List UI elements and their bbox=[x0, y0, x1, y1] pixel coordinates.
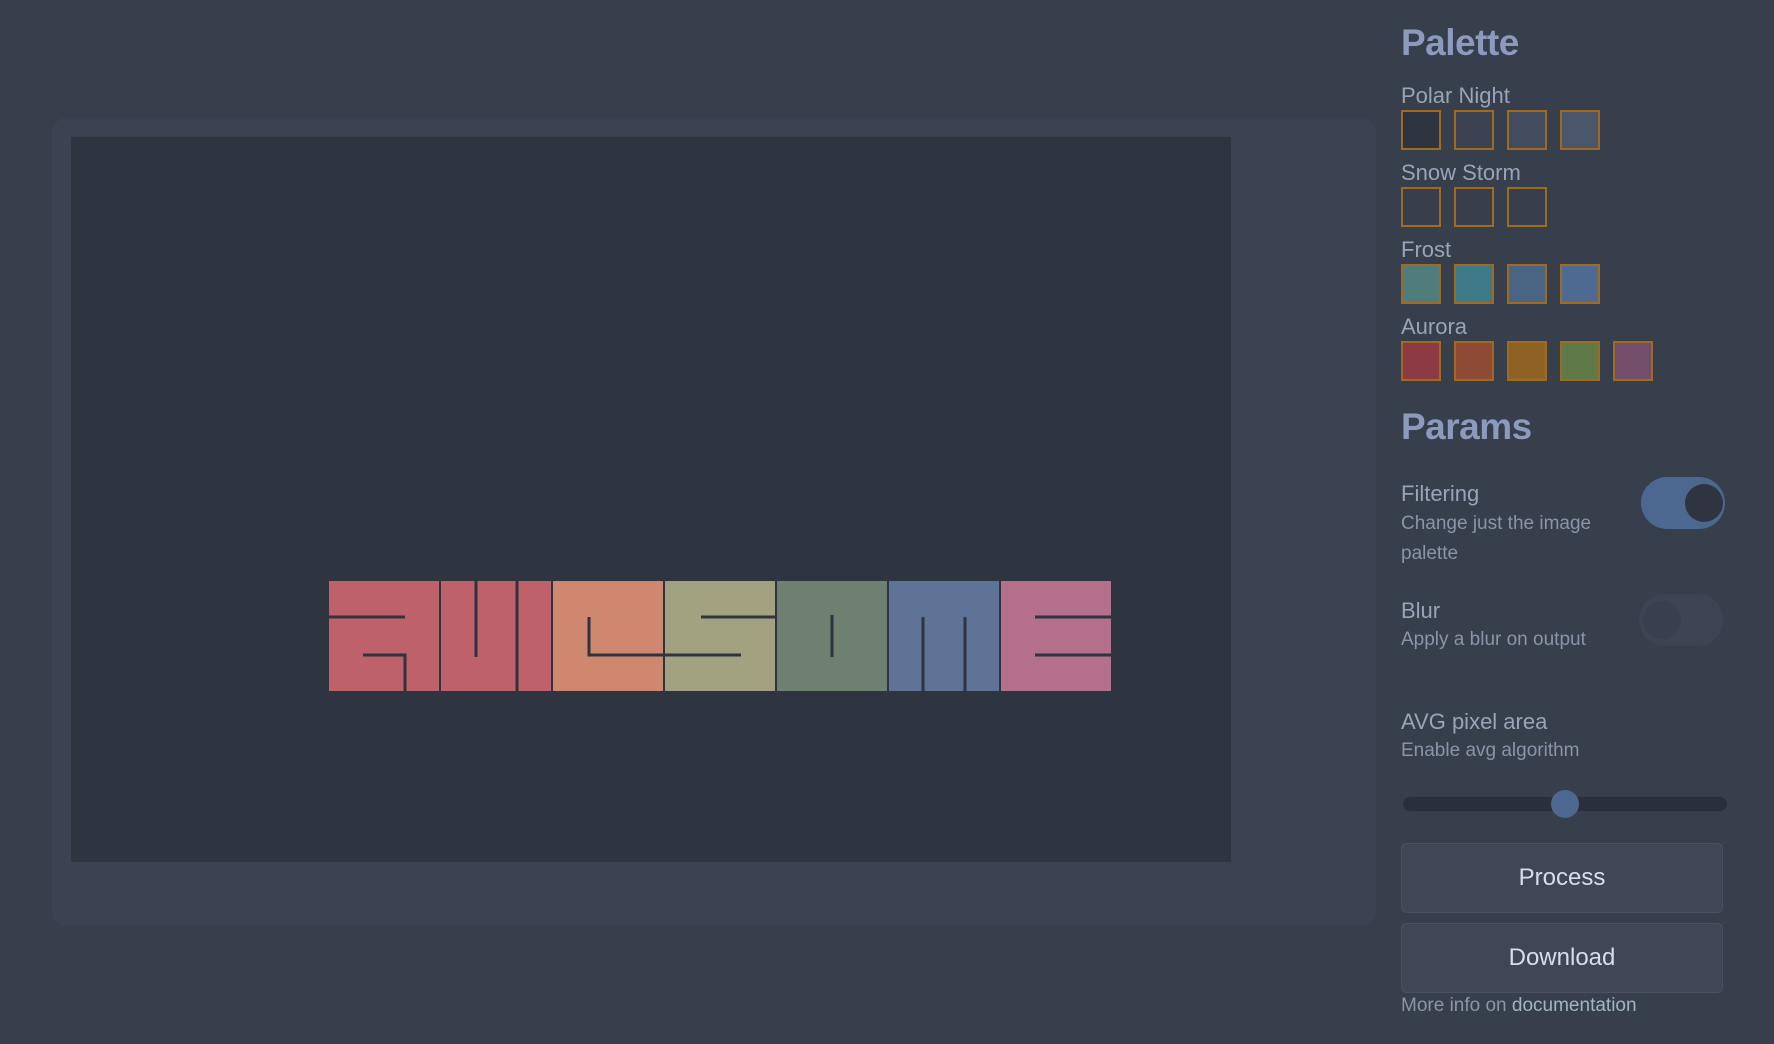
color-swatch[interactable] bbox=[1560, 341, 1600, 381]
palette-group-snow-storm: Snow Storm bbox=[1401, 160, 1521, 185]
palette-heading: Palette bbox=[1401, 22, 1519, 63]
frost-swatches bbox=[1401, 264, 1600, 304]
color-swatch[interactable] bbox=[1560, 110, 1600, 150]
color-swatch[interactable] bbox=[1507, 341, 1547, 381]
polar-night-swatches bbox=[1401, 110, 1600, 150]
color-swatch[interactable] bbox=[1613, 341, 1653, 381]
aurora-swatches bbox=[1401, 341, 1653, 381]
image-preview bbox=[71, 137, 1231, 862]
avg-pixel-area-slider[interactable] bbox=[1403, 790, 1727, 818]
color-swatch[interactable] bbox=[1454, 341, 1494, 381]
avg-pixel-area-description: Enable avg algorithm bbox=[1401, 740, 1580, 761]
palette-group-aurora: Aurora bbox=[1401, 314, 1468, 339]
color-swatch[interactable] bbox=[1401, 341, 1441, 381]
blur-toggle[interactable] bbox=[1639, 594, 1723, 646]
toggle-knob bbox=[1685, 484, 1723, 522]
color-swatch[interactable] bbox=[1454, 264, 1494, 304]
filtering-description: Change just the image palette bbox=[1401, 513, 1592, 564]
params-heading: Params bbox=[1401, 406, 1532, 447]
palette-group-polar-night: Polar Night bbox=[1401, 83, 1510, 108]
color-swatch[interactable] bbox=[1507, 110, 1547, 150]
color-swatch[interactable] bbox=[1401, 264, 1441, 304]
color-swatch[interactable] bbox=[1401, 110, 1441, 150]
color-swatch[interactable] bbox=[1454, 187, 1494, 227]
letter-block bbox=[889, 581, 999, 691]
blur-description: Apply a blur on output bbox=[1401, 629, 1586, 650]
letter-block bbox=[665, 581, 775, 691]
palette-group-frost: Frost bbox=[1401, 237, 1452, 262]
more-info-text: More info on bbox=[1401, 995, 1512, 1016]
filtering-label: Filtering bbox=[1401, 481, 1480, 506]
color-swatch[interactable] bbox=[1560, 264, 1600, 304]
more-info: More info on documentation bbox=[1401, 995, 1637, 1017]
awesome-image bbox=[329, 581, 1113, 691]
color-swatch[interactable] bbox=[1401, 187, 1441, 227]
letter-block bbox=[1001, 581, 1111, 691]
snow-storm-swatches bbox=[1401, 187, 1547, 227]
letter-block bbox=[329, 581, 439, 691]
letter-block bbox=[441, 581, 551, 691]
letter-block bbox=[553, 581, 663, 691]
color-swatch[interactable] bbox=[1507, 264, 1547, 304]
toggle-knob bbox=[1643, 601, 1681, 639]
slider-thumb[interactable] bbox=[1551, 790, 1579, 818]
color-swatch[interactable] bbox=[1507, 187, 1547, 227]
filtering-toggle[interactable] bbox=[1641, 477, 1725, 529]
documentation-link[interactable]: documentation bbox=[1512, 995, 1637, 1016]
color-swatch[interactable] bbox=[1454, 110, 1494, 150]
process-button[interactable]: Process bbox=[1401, 843, 1723, 913]
avg-pixel-area-label: AVG pixel area bbox=[1401, 709, 1548, 734]
settings-panel: Palette Polar Night Snow Storm Frost Aur… bbox=[1401, 0, 1727, 1044]
download-button[interactable]: Download bbox=[1401, 923, 1723, 993]
blur-label: Blur bbox=[1401, 598, 1441, 623]
